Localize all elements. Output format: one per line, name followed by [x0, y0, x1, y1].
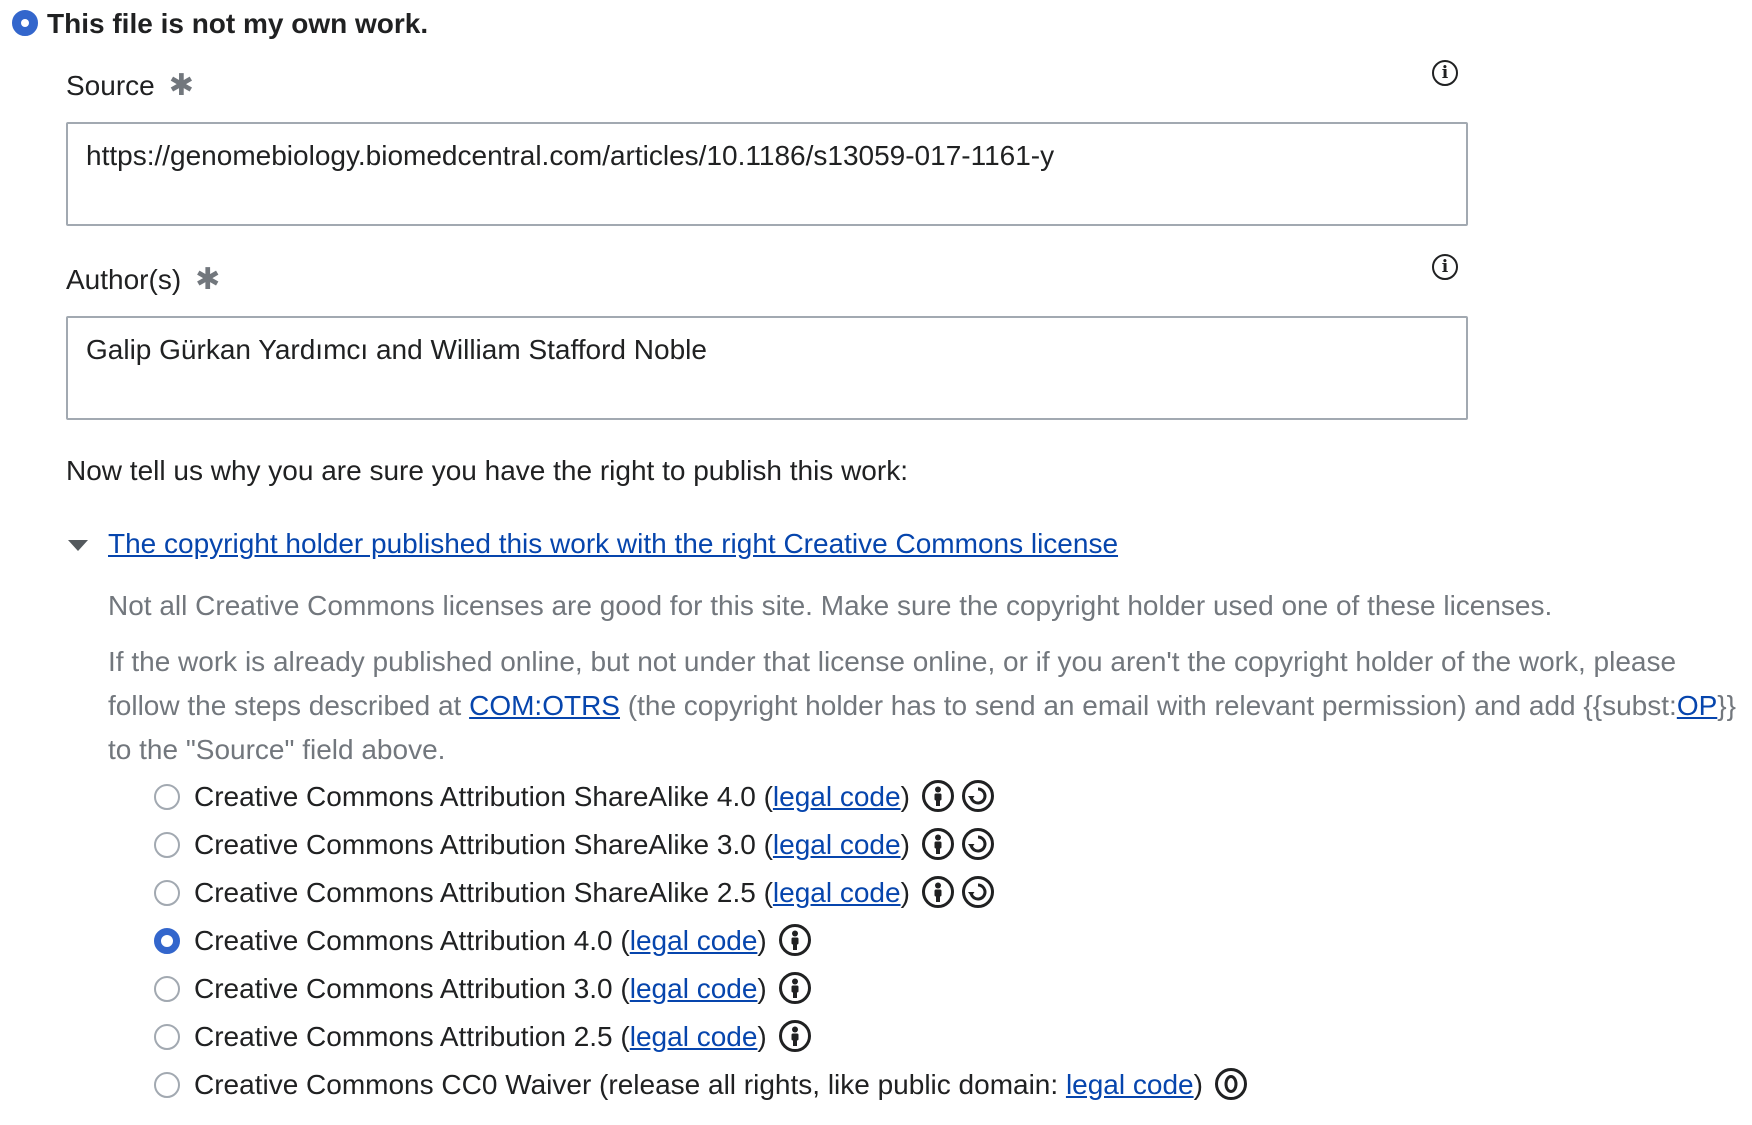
not-own-work-radio[interactable]: [12, 10, 38, 36]
license-name: Creative Commons Attribution 4.0 (: [194, 925, 630, 956]
license-name: Creative Commons Attribution ShareAlike …: [194, 829, 773, 860]
license-help-text-2: If the work is already published online,…: [108, 640, 1748, 772]
closing-paren: ): [900, 829, 910, 860]
attribution-icon: [778, 1020, 811, 1052]
license-radio[interactable]: [154, 784, 180, 810]
rights-question: Now tell us why you are sure you have th…: [66, 455, 908, 486]
license-option-label[interactable]: Creative Commons Attribution ShareAlike …: [194, 876, 994, 909]
attribution-icon: [778, 972, 811, 1004]
legal-code-link[interactable]: legal code: [773, 829, 901, 860]
help-text-part: (the copyright holder has to send an ema…: [619, 690, 1677, 721]
legal-code-link[interactable]: legal code: [1066, 1069, 1194, 1100]
required-asterisk-icon: ✱: [168, 69, 194, 102]
source-label-text: Source: [66, 70, 155, 101]
license-option-label[interactable]: Creative Commons Attribution ShareAlike …: [194, 828, 994, 861]
license-name: Creative Commons CC0 Waiver (release all…: [194, 1069, 1066, 1100]
license-help-text-1: Not all Creative Commons licenses are go…: [108, 590, 1553, 621]
license-radio[interactable]: [154, 976, 180, 1002]
license-name: Creative Commons Attribution 2.5 (: [194, 1021, 630, 1052]
license-option-label[interactable]: Creative Commons Attribution 4.0 (legal …: [194, 924, 811, 957]
license-radio[interactable]: [154, 832, 180, 858]
closing-paren: ): [900, 877, 910, 908]
source-label: Source ✱: [66, 68, 194, 103]
not-own-work-label[interactable]: This file is not my own work.: [47, 8, 428, 40]
legal-code-link[interactable]: legal code: [630, 973, 758, 1004]
legal-code-link[interactable]: legal code: [630, 1021, 758, 1052]
license-option-label[interactable]: Creative Commons Attribution 2.5 (legal …: [194, 1020, 811, 1053]
closing-paren: ): [900, 781, 910, 812]
license-option-label[interactable]: Creative Commons CC0 Waiver (release all…: [194, 1068, 1247, 1101]
closing-paren: ): [1193, 1069, 1203, 1100]
attribution-icon: [778, 924, 811, 956]
legal-code-link[interactable]: legal code: [773, 781, 901, 812]
source-input[interactable]: https://genomebiology.biomedcentral.com/…: [66, 122, 1468, 226]
attribution-icon: [921, 876, 954, 908]
attribution-icon: [921, 780, 954, 812]
closing-paren: ): [757, 925, 767, 956]
license-radio[interactable]: [154, 928, 180, 954]
closing-paren: ): [757, 1021, 767, 1052]
expand-triangle-icon[interactable]: [68, 540, 88, 551]
com-otrs-link[interactable]: COM:OTRS: [469, 690, 620, 721]
license-name: Creative Commons Attribution ShareAlike …: [194, 781, 773, 812]
attribution-icon: [921, 828, 954, 860]
license-name: Creative Commons Attribution ShareAlike …: [194, 877, 773, 908]
cc-zero-icon: [1214, 1068, 1247, 1100]
op-template-link[interactable]: OP: [1677, 690, 1717, 721]
sharealike-icon: [961, 828, 994, 860]
source-info-icon[interactable]: i: [1432, 60, 1458, 86]
authors-label-text: Author(s): [66, 264, 182, 295]
closing-paren: ): [757, 973, 767, 1004]
license-name: Creative Commons Attribution 3.0 (: [194, 973, 630, 1004]
authors-label: Author(s) ✱: [66, 262, 220, 297]
sharealike-icon: [961, 780, 994, 812]
cc-license-expander-link[interactable]: The copyright holder published this work…: [108, 528, 1118, 560]
legal-code-link[interactable]: legal code: [630, 925, 758, 956]
authors-info-icon[interactable]: i: [1432, 254, 1458, 280]
license-option-label[interactable]: Creative Commons Attribution 3.0 (legal …: [194, 972, 811, 1005]
license-radio[interactable]: [154, 880, 180, 906]
license-radio[interactable]: [154, 1072, 180, 1098]
legal-code-link[interactable]: legal code: [773, 877, 901, 908]
required-asterisk-icon: ✱: [195, 263, 221, 296]
license-radio[interactable]: [154, 1024, 180, 1050]
sharealike-icon: [961, 876, 994, 908]
authors-input[interactable]: Galip Gürkan Yardımcı and William Staffo…: [66, 316, 1468, 420]
license-option-label[interactable]: Creative Commons Attribution ShareAlike …: [194, 780, 994, 813]
